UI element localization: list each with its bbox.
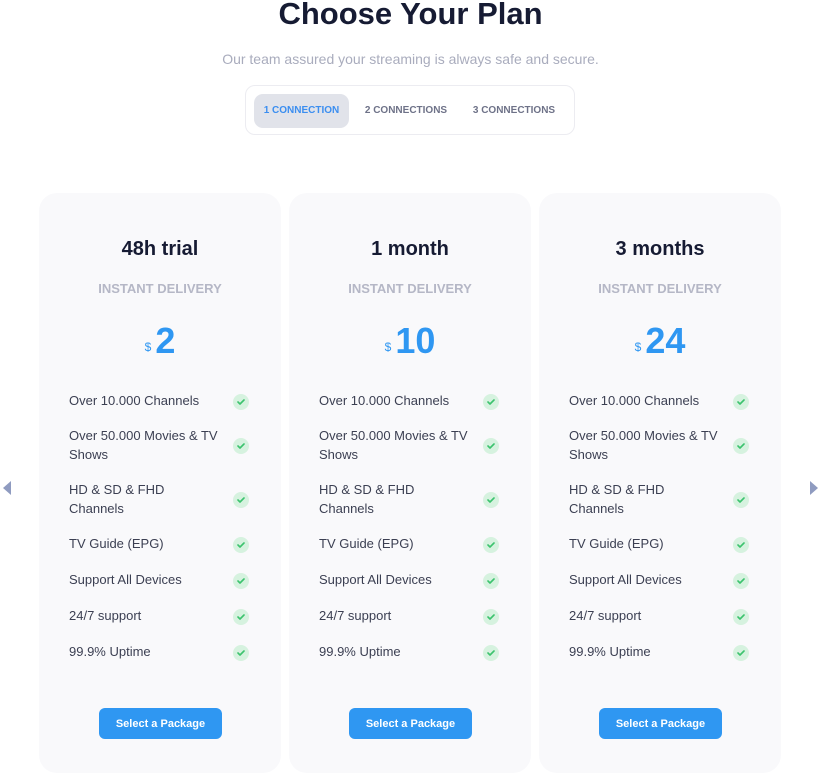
feature-item: Over 10.000 Channels bbox=[69, 391, 219, 410]
feature-item: TV Guide (EPG) bbox=[569, 534, 719, 553]
page-title: Choose Your Plan bbox=[278, 0, 543, 31]
feature-item: TV Guide (EPG) bbox=[319, 534, 469, 553]
plan-delivery: INSTANT DELIVERY bbox=[98, 281, 222, 296]
feature-item: 24/7 support bbox=[569, 606, 719, 625]
plan-card: 1 month INSTANT DELIVERY $10 Over 10.000 Ch… bbox=[289, 193, 531, 773]
feature-item: Over 10.000 Channels bbox=[569, 391, 719, 410]
feature-item: 99.9% Uptime bbox=[69, 642, 219, 661]
feature-label: 24/7 support bbox=[569, 608, 642, 623]
plan-card: 3 months INSTANT DELIVERY $24 Over 10.000 C… bbox=[539, 193, 781, 773]
feature-label: TV Guide (EPG) bbox=[319, 536, 414, 551]
feature-item: HD & SD & FHD Channels bbox=[69, 480, 219, 518]
plan-price: $10 bbox=[289, 320, 531, 362]
feature-label: Over 10.000 Channels bbox=[569, 393, 700, 408]
tab-2-connections[interactable]: 2 CONNECTIONS bbox=[356, 94, 456, 128]
check-icon bbox=[483, 438, 499, 454]
feature-item: Support All Devices bbox=[569, 570, 719, 589]
feature-label: Over 10.000 Channels bbox=[69, 393, 200, 408]
feature-label: TV Guide (EPG) bbox=[569, 536, 664, 551]
check-icon bbox=[733, 536, 749, 553]
plan-name: 48h trial bbox=[121, 238, 199, 260]
feature-item: 24/7 support bbox=[69, 606, 219, 625]
check-icon bbox=[733, 572, 749, 589]
feature-item: Support All Devices bbox=[319, 570, 469, 589]
check-icon bbox=[733, 608, 749, 625]
feature-label: 99.9% Uptime bbox=[319, 644, 401, 659]
check-icon bbox=[233, 572, 249, 589]
price-amount: 24 bbox=[645, 320, 686, 361]
feature-label: 99.9% Uptime bbox=[569, 644, 651, 659]
feature-item: Over 50.000 Movies & TV Shows bbox=[319, 426, 469, 464]
feature-item: TV Guide (EPG) bbox=[69, 534, 219, 553]
carousel-prev-arrow-icon[interactable] bbox=[3, 481, 11, 495]
plan-price: $2 bbox=[39, 320, 281, 362]
check-icon bbox=[483, 492, 499, 508]
feature-item: Over 50.000 Movies & TV Shows bbox=[569, 426, 719, 464]
connection-tabs: 1 CONNECTION 2 CONNECTIONS 3 CONNECTIONS bbox=[245, 85, 575, 135]
check-icon bbox=[733, 438, 749, 454]
select-package-button[interactable]: Select a Package bbox=[599, 708, 722, 739]
feature-item: 24/7 support bbox=[319, 606, 469, 625]
check-icon bbox=[483, 393, 499, 410]
feature-label: Over 10.000 Channels bbox=[319, 393, 450, 408]
check-icon bbox=[233, 536, 249, 553]
check-icon bbox=[233, 393, 249, 410]
check-icon bbox=[483, 536, 499, 553]
feature-item: Over 50.000 Movies & TV Shows bbox=[69, 426, 219, 464]
feature-label: HD & SD & FHD Channels bbox=[569, 482, 665, 516]
feature-item: HD & SD & FHD Channels bbox=[569, 480, 719, 518]
check-icon bbox=[233, 608, 249, 625]
feature-label: HD & SD & FHD Channels bbox=[69, 482, 165, 516]
feature-label: 99.9% Uptime bbox=[69, 644, 151, 659]
carousel-next-arrow-icon[interactable] bbox=[810, 481, 818, 495]
tab-1-connection[interactable]: 1 CONNECTION bbox=[254, 94, 349, 128]
check-icon bbox=[733, 393, 749, 410]
feature-label: Over 50.000 Movies & TV Shows bbox=[319, 428, 468, 462]
feature-item: Support All Devices bbox=[69, 570, 219, 589]
price-amount: 10 bbox=[395, 320, 436, 361]
plan-delivery: INSTANT DELIVERY bbox=[348, 281, 472, 296]
check-icon bbox=[733, 644, 749, 661]
price-amount: 2 bbox=[155, 320, 176, 361]
feature-label: 24/7 support bbox=[69, 608, 142, 623]
feature-label: Over 50.000 Movies & TV Shows bbox=[569, 428, 718, 462]
select-package-button[interactable]: Select a Package bbox=[99, 708, 222, 739]
page-subtitle: Our team assured your streaming is alway… bbox=[222, 51, 599, 67]
feature-item: 99.9% Uptime bbox=[319, 642, 469, 661]
check-icon bbox=[483, 644, 499, 661]
feature-label: HD & SD & FHD Channels bbox=[319, 482, 415, 516]
feature-label: Support All Devices bbox=[569, 572, 682, 587]
check-icon bbox=[233, 438, 249, 454]
feature-item: HD & SD & FHD Channels bbox=[319, 480, 469, 518]
feature-label: Over 50.000 Movies & TV Shows bbox=[69, 428, 218, 462]
tab-3-connections[interactable]: 3 CONNECTIONS bbox=[464, 94, 564, 128]
plan-name: 1 month bbox=[371, 238, 449, 260]
plan-delivery: INSTANT DELIVERY bbox=[598, 281, 722, 296]
check-icon bbox=[233, 644, 249, 661]
check-icon bbox=[483, 572, 499, 589]
check-icon bbox=[483, 608, 499, 625]
check-icon bbox=[733, 492, 749, 508]
feature-item: Over 10.000 Channels bbox=[319, 391, 469, 410]
currency-symbol: $ bbox=[384, 340, 392, 354]
plan-price: $24 bbox=[539, 320, 781, 362]
check-icon bbox=[233, 492, 249, 508]
feature-label: 24/7 support bbox=[319, 608, 392, 623]
currency-symbol: $ bbox=[144, 340, 152, 354]
feature-label: TV Guide (EPG) bbox=[69, 536, 164, 551]
currency-symbol: $ bbox=[634, 340, 642, 354]
plan-name: 3 months bbox=[615, 238, 705, 260]
plan-card: 48h trial INSTANT DELIVERY $2 Over 10.000 C… bbox=[39, 193, 281, 773]
feature-item: 99.9% Uptime bbox=[569, 642, 719, 661]
select-package-button[interactable]: Select a Package bbox=[349, 708, 472, 739]
feature-label: Support All Devices bbox=[69, 572, 182, 587]
feature-label: Support All Devices bbox=[319, 572, 432, 587]
